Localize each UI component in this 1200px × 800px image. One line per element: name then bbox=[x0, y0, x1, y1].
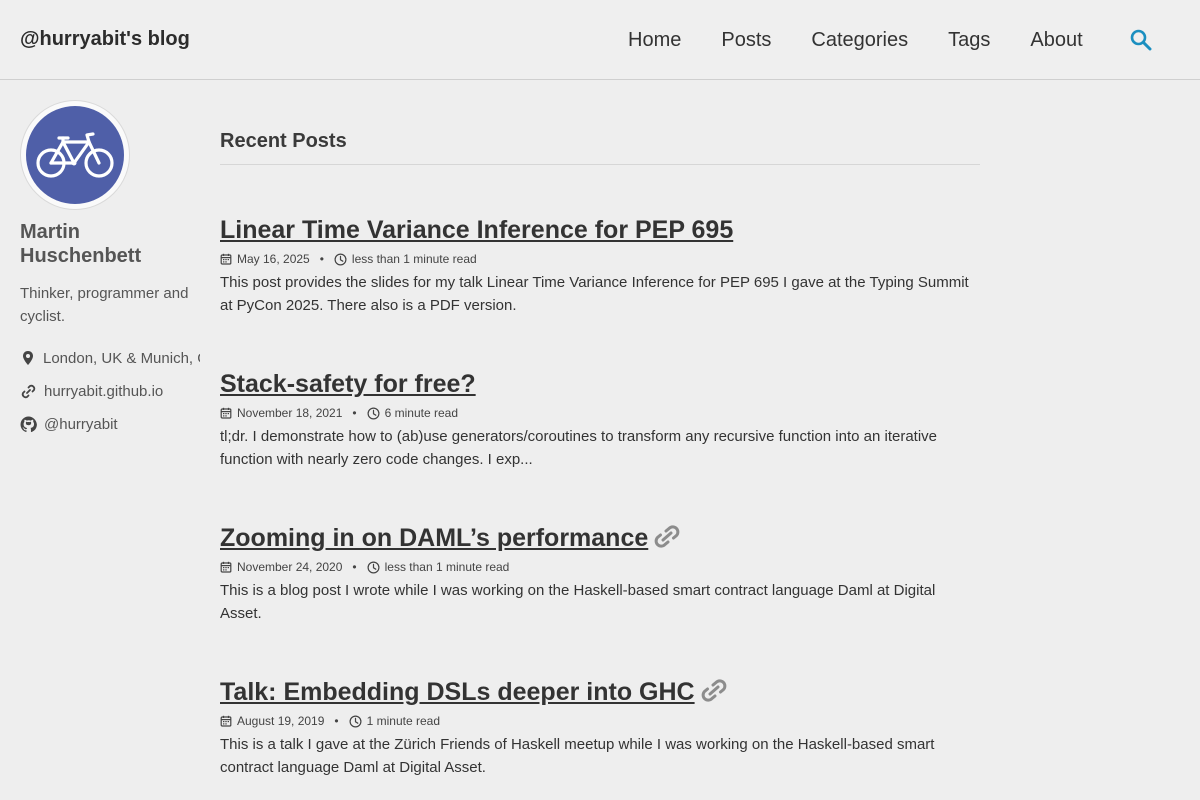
post-read-time: less than 1 minute read bbox=[351, 252, 477, 266]
top-navigation-bar: @hurryabit's blog Home Posts Categories … bbox=[0, 0, 1200, 80]
author-github-link[interactable]: @hurryabit bbox=[20, 414, 200, 434]
post-meta: May 16, 2025 • less than 1 minute read bbox=[220, 251, 980, 267]
calendar-icon bbox=[220, 561, 232, 573]
post-meta: November 24, 2020 • less than 1 minute rea… bbox=[220, 559, 980, 575]
post-list: Linear Time Variance Inference for PEP 6… bbox=[220, 215, 980, 779]
post-excerpt: This is a blog post I wrote while I was … bbox=[220, 582, 936, 622]
post-item: Stack-safety for free? November 18, 2021 •… bbox=[220, 369, 980, 471]
post-date: November 18, 2021 bbox=[237, 406, 343, 420]
post-meta: November 18, 2021 • 6 minute read bbox=[220, 405, 980, 421]
external-link-icon bbox=[701, 679, 726, 702]
main-nav: Home Posts Categories Tags About bbox=[628, 28, 1123, 52]
clock-icon bbox=[367, 560, 380, 574]
post-excerpt: tl;dr. I demonstrate how to (ab)use gene… bbox=[220, 428, 938, 468]
github-icon bbox=[20, 416, 37, 432]
meta-separator: • bbox=[334, 714, 339, 728]
author-bio: Thinker, programmer and cyclist. bbox=[20, 285, 189, 325]
clock-icon bbox=[334, 252, 347, 266]
search-button[interactable] bbox=[1129, 28, 1153, 52]
website-text: hurryabit.github.io bbox=[44, 382, 164, 400]
author-name: Martin Huschenbett bbox=[20, 221, 142, 267]
post-title-link[interactable]: Zooming in on DAML’s performance bbox=[220, 524, 648, 552]
post-item: Linear Time Variance Inference for PEP 6… bbox=[220, 215, 980, 317]
nav-about[interactable]: About bbox=[1030, 28, 1082, 52]
post-title-link[interactable]: Linear Time Variance Inference for PEP 6… bbox=[220, 216, 733, 244]
calendar-icon bbox=[220, 715, 232, 727]
post-excerpt: This post provides the slides for my tal… bbox=[220, 274, 969, 314]
post-read-time: 6 minute read bbox=[384, 406, 458, 420]
post-read-time: less than 1 minute read bbox=[384, 560, 510, 574]
external-link-icon bbox=[654, 525, 680, 548]
calendar-icon bbox=[220, 407, 232, 419]
section-title: Recent Posts bbox=[220, 128, 980, 165]
bicycle-icon bbox=[36, 132, 114, 178]
clock-icon bbox=[349, 714, 362, 728]
nav-posts[interactable]: Posts bbox=[721, 28, 771, 52]
search-icon bbox=[1130, 29, 1152, 51]
nav-tags[interactable]: Tags bbox=[948, 28, 990, 52]
link-icon bbox=[21, 384, 36, 398]
github-text: @hurryabit bbox=[44, 415, 118, 433]
nav-home[interactable]: Home bbox=[628, 28, 681, 52]
post-excerpt: This is a talk I gave at the Zürich Frie… bbox=[220, 736, 935, 776]
meta-separator: • bbox=[352, 560, 357, 574]
post-item: Talk: Embedding DSLs deeper into GHC Augu… bbox=[220, 677, 980, 779]
location-text: London, UK & Munich, Germany bbox=[43, 349, 200, 367]
map-marker-icon bbox=[23, 351, 33, 365]
post-title-link[interactable]: Talk: Embedding DSLs deeper into GHC bbox=[220, 678, 695, 706]
post-date: May 16, 2025 bbox=[237, 252, 310, 266]
author-links: London, UK & Munich, Germany hurryabit.g… bbox=[20, 348, 200, 434]
post-read-time: 1 minute read bbox=[366, 714, 440, 728]
post-item: Zooming in on DAML’s performance November… bbox=[220, 523, 980, 625]
nav-categories[interactable]: Categories bbox=[811, 28, 908, 52]
avatar bbox=[20, 100, 130, 210]
post-date: November 24, 2020 bbox=[237, 560, 343, 574]
author-sidebar: Martin Huschenbett Thinker, programmer a… bbox=[20, 100, 200, 447]
post-title-link[interactable]: Stack-safety for free? bbox=[220, 370, 476, 398]
clock-icon bbox=[367, 406, 380, 420]
site-title-link[interactable]: @hurryabit's blog bbox=[20, 28, 190, 51]
main-content: Recent Posts Linear Time Variance Infere… bbox=[220, 128, 980, 779]
meta-separator: • bbox=[319, 252, 324, 266]
author-location: London, UK & Munich, Germany bbox=[20, 348, 200, 368]
calendar-icon bbox=[220, 253, 232, 265]
author-website-link[interactable]: hurryabit.github.io bbox=[20, 381, 200, 401]
post-date: August 19, 2019 bbox=[237, 714, 325, 728]
meta-separator: • bbox=[352, 406, 357, 420]
post-meta: August 19, 2019 • 1 minute read bbox=[220, 713, 980, 729]
